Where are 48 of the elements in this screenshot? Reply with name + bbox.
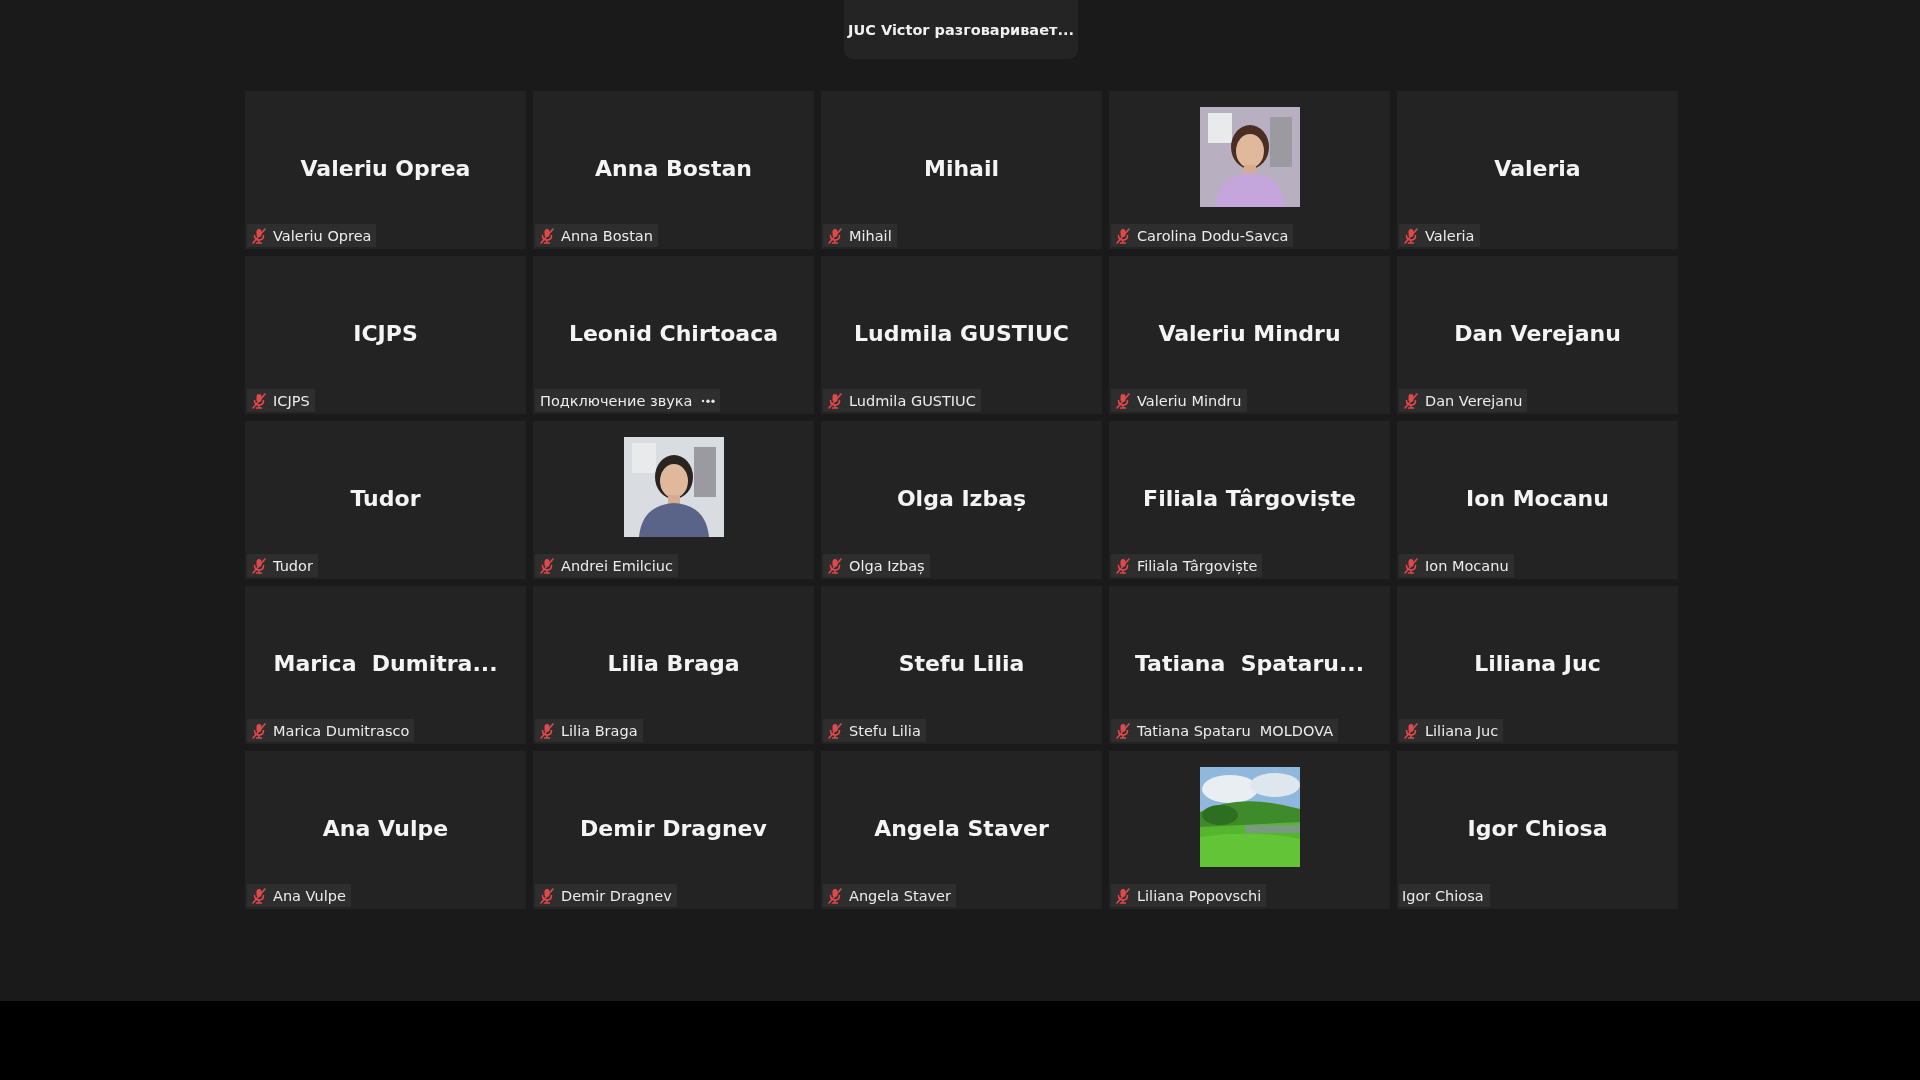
participant-name: ICJPS bbox=[353, 321, 418, 346]
participant-name: Leonid Chirtoaca bbox=[568, 321, 779, 346]
participant-name: Stefu Lilia bbox=[898, 651, 1025, 676]
participant-name-text: Lilia Braga bbox=[561, 722, 638, 739]
participant-name-text: Andrei Emilciuc bbox=[561, 557, 674, 574]
participant-name-text: Demir Dragnev bbox=[561, 887, 672, 904]
participant-name-text: Marica Dumitrasco bbox=[273, 722, 410, 739]
participant-name: Angela Staver bbox=[874, 816, 1049, 841]
participant-name: Olga Izbaș bbox=[896, 486, 1027, 511]
participant-name-text: Ana Vulpe bbox=[273, 887, 346, 904]
participant-name: Ana Vulpe bbox=[322, 816, 449, 841]
participant-name: Valeria bbox=[1494, 156, 1581, 181]
participant-name: Valeriu Oprea bbox=[300, 156, 471, 181]
participant-name-text: Anna Bostan bbox=[561, 227, 653, 244]
participant-name-text: Carolina Dodu-Savca bbox=[1137, 227, 1289, 244]
participant-name: Mihail bbox=[924, 156, 999, 181]
participant-name: Igor Chiosa bbox=[1467, 816, 1608, 841]
participant-name-text: Liliana Juc bbox=[1425, 722, 1499, 739]
participant-name-text: Dan Verejanu bbox=[1425, 392, 1523, 409]
participant-name: Ion Mocanu bbox=[1466, 486, 1609, 511]
participant-name-text: Tatiana Spataru MOLDOVA bbox=[1137, 722, 1334, 739]
participant-name-text: Подключение звука bbox=[540, 392, 693, 409]
participant-name-text: Igor Chiosa bbox=[1402, 887, 1484, 904]
participant-name: Demir Dragnev bbox=[580, 816, 767, 841]
participant-name: Liliana Juc bbox=[1474, 651, 1601, 676]
participant-name: Tatiana Spataru... bbox=[1134, 651, 1365, 676]
participant-name: Marica Dumitra... bbox=[273, 651, 498, 676]
participant-name-text: Filiala Târgoviște bbox=[1137, 557, 1258, 574]
participant-name-text: Stefu Lilia bbox=[849, 722, 921, 739]
participant-name-text: Tudor bbox=[273, 557, 313, 574]
participant-name-text: Ion Mocanu bbox=[1425, 557, 1509, 574]
participant-name: Lilia Braga bbox=[607, 651, 740, 676]
participant-name-text: Ludmila GUSTIUC bbox=[849, 392, 976, 409]
participant-name: Valeriu Mindru bbox=[1158, 321, 1341, 346]
participant-name: Ludmila GUSTIUC bbox=[854, 321, 1069, 346]
participant-name-text: Liliana Popovschi bbox=[1137, 887, 1262, 904]
participant-name-text: Angela Staver bbox=[849, 887, 951, 904]
participant-name: Tudor bbox=[350, 486, 421, 511]
participant-name-text: Valeriu Mindru bbox=[1137, 392, 1242, 409]
participant-name-text: Olga Izbaș bbox=[849, 557, 925, 574]
participant-name-text: Valeriu Oprea bbox=[273, 227, 372, 244]
active-speaker-banner: JUC Victor разговаривает... bbox=[844, 0, 1078, 59]
participant-name-text: Valeria bbox=[1425, 227, 1475, 244]
participant-name: Anna Bostan bbox=[595, 156, 752, 181]
participant-name-text: Mihail bbox=[849, 227, 892, 244]
participant-name-text: ICJPS bbox=[273, 392, 310, 409]
participant-name: Dan Verejanu bbox=[1454, 321, 1621, 346]
participant-name: Filiala Târgoviște bbox=[1143, 486, 1356, 511]
